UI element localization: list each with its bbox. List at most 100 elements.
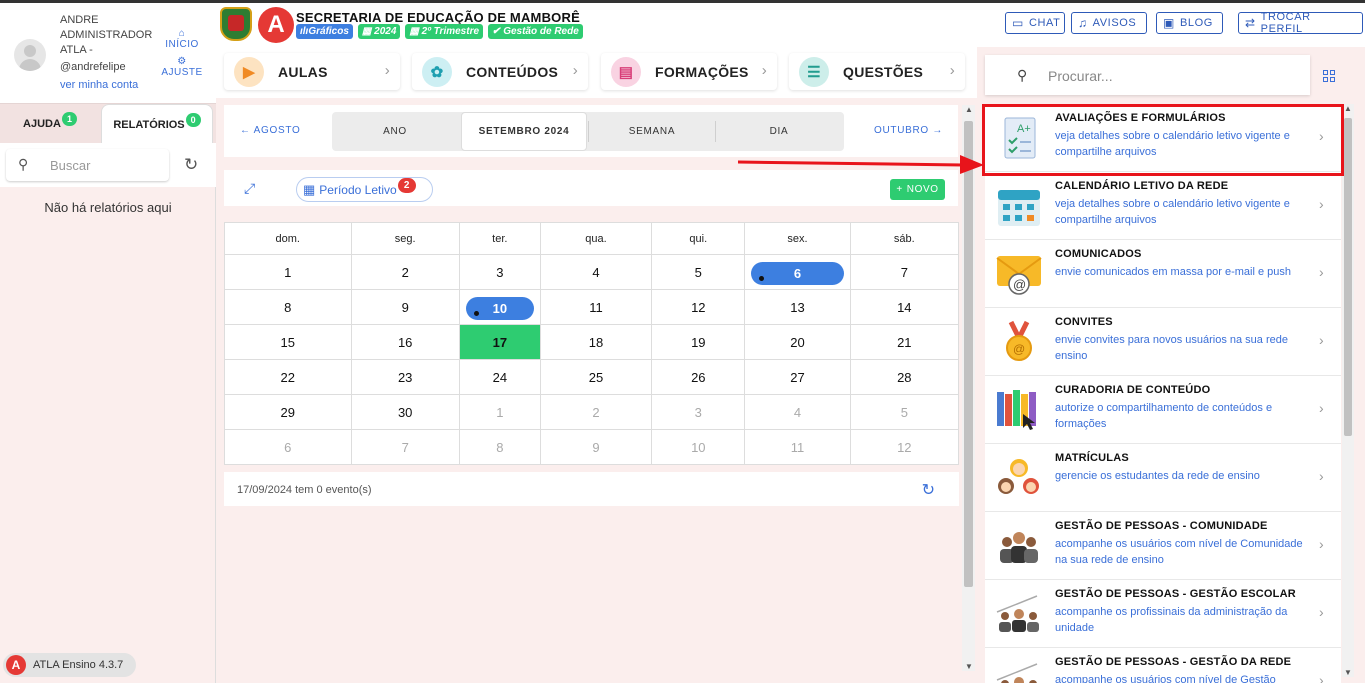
day-cell[interactable]: 28 [849,359,960,395]
day-cell[interactable]: 23 [350,359,460,395]
day-cell[interactable]: 30 [350,394,460,430]
main-scrollbar[interactable]: ▲ ▼ [962,105,975,671]
chip-term[interactable]: ▦ 2º Trimestre [405,24,484,39]
chat-button[interactable]: ▭ CHAT [1005,12,1065,34]
scroll-down-icon[interactable]: ▼ [1344,668,1352,677]
avisos-button[interactable]: ♫ AVISOS [1071,12,1147,34]
tab-relatorios[interactable]: RELATÓRIOS 0 [101,104,213,144]
expand-icon[interactable]: ⤢ [244,180,255,197]
module-matriculas[interactable]: MATRÍCULAS gerencie os estudantes da red… [985,444,1341,512]
day-cell[interactable]: 9 [350,289,460,325]
day-cell[interactable]: 11 [539,289,653,325]
chip-graficos[interactable]: ılıGráficos [296,24,353,39]
refresh-icon[interactable]: ↻ [922,480,935,500]
tab-ajuda[interactable]: AJUDA 1 [0,104,100,144]
arrow-right-icon: → [928,125,944,136]
day-cell[interactable]: 16 [350,324,460,360]
user-handle: @andrefelipe [60,61,126,73]
day-cell[interactable]: 24 [458,359,541,395]
period-filter[interactable]: ▦ Período Letivo 2 [296,177,433,202]
scroll-up-icon[interactable]: ▲ [1344,104,1352,113]
day-cell[interactable]: 19 [651,324,746,360]
category-conteudos[interactable]: ✿ CONTEÚDOS › [412,53,588,90]
switch-profile-button[interactable]: ⇄ TROCAR PERFIL [1238,11,1363,35]
module-gestao-rede[interactable]: GESTÃO DE PESSOAS - GESTÃO DA REDE acomp… [985,648,1341,683]
home-link[interactable]: ⌂ INÍCIO [160,29,204,51]
day-cell[interactable]: 14 [849,289,960,325]
category-formacoes[interactable]: ▤ FORMAÇÕES › [601,53,777,90]
scrollbar-thumb[interactable] [1344,118,1352,436]
prev-month-link[interactable]: ← AGOSTO [240,125,300,136]
module-curadoria[interactable]: CURADORIA DE CONTEÚDO autorize o compart… [985,376,1341,444]
day-cell[interactable]: 20 [744,324,851,360]
version-badge[interactable]: A ATLA Ensino 4.3.7 [3,653,136,677]
day-cell[interactable]: 25 [539,359,653,395]
modules-scrollbar[interactable]: ▲ ▼ [1342,104,1354,677]
day-cell[interactable]: 18 [539,324,653,360]
atla-logo-icon[interactable]: A [258,7,294,43]
view-day[interactable]: DIA [716,112,842,151]
day-cell[interactable]: 29 [224,394,352,430]
day-cell[interactable]: 3 [458,254,541,290]
day-cell-other-month[interactable]: 4 [744,394,851,430]
chip-role[interactable]: ✔ Gestão de Rede [488,24,583,39]
new-event-button[interactable]: + NOVO [890,179,945,200]
event-marker[interactable]: 10 [465,297,534,320]
view-year[interactable]: ANO [332,112,458,151]
day-cell-other-month[interactable]: 8 [458,429,541,465]
day-cell[interactable]: 4 [539,254,653,290]
day-cell[interactable]: 26 [651,359,746,395]
module-comunicados[interactable]: @ COMUNICADOS envie comunicados em massa… [985,240,1341,308]
day-cell-other-month[interactable]: 12 [849,429,960,465]
category-aulas[interactable]: ▶ AULAS › [224,53,400,90]
module-convites[interactable]: @ CONVITES envie convites para novos usu… [985,308,1341,376]
day-cell-today[interactable]: 17 [458,324,541,360]
tab-relatorios-label: RELATÓRIOS [113,118,185,131]
avatar[interactable] [14,39,46,71]
day-cell[interactable]: 8 [224,289,352,325]
day-cell-other-month[interactable]: 7 [350,429,460,465]
day-cell-other-month[interactable]: 9 [539,429,653,465]
day-cell[interactable]: 5 [651,254,746,290]
category-questoes[interactable]: ☰ QUESTÕES › [789,53,965,90]
day-cell[interactable]: 2 [350,254,460,290]
view-month[interactable]: SETEMBRO 2024 [461,112,587,151]
day-number: 10 [492,301,508,316]
day-cell-other-month[interactable]: 6 [224,429,352,465]
next-month-link[interactable]: OUTUBRO → [874,125,943,136]
day-cell-other-month[interactable]: 2 [539,394,653,430]
scroll-down-icon[interactable]: ▼ [965,662,973,671]
module-gestao-comunidade[interactable]: GESTÃO DE PESSOAS - COMUNIDADE acompanhe… [985,512,1341,580]
day-cell[interactable]: 22 [224,359,352,395]
day-cell-other-month[interactable]: 1 [458,394,541,430]
settings-link[interactable]: ⚙ AJUSTE [160,57,204,79]
day-cell-other-month[interactable]: 10 [651,429,746,465]
day-cell-event[interactable]: 10 [458,289,541,325]
event-marker[interactable]: 6 [751,262,844,285]
day-cell[interactable]: 21 [849,324,960,360]
day-cell[interactable]: 27 [744,359,851,395]
day-cell[interactable]: 15 [224,324,352,360]
view-week[interactable]: SEMANA [589,112,715,151]
day-cell-other-month[interactable]: 11 [744,429,851,465]
day-cell-other-month[interactable]: 3 [651,394,746,430]
blog-button[interactable]: ▣ BLOG [1156,12,1223,34]
scrollbar-thumb[interactable] [964,121,973,587]
scroll-up-icon[interactable]: ▲ [965,105,973,114]
grid-view-icon[interactable] [1323,70,1335,82]
calendar-toolbar: ⤢ ▦ Período Letivo 2 + NOVO [224,170,958,206]
day-cell[interactable]: 7 [849,254,960,290]
day-cell-other-month[interactable]: 5 [849,394,960,430]
refresh-icon[interactable]: ↻ [184,155,198,175]
report-search-input[interactable]: ⚲ Buscar [6,149,169,181]
chip-year[interactable]: ▦ 2024 [357,24,401,39]
day-cell-event[interactable]: 6 [744,254,851,290]
user-card: ANDRE ADMINISTRADOR ATLA - @andrefelipe … [0,3,216,103]
module-calendario[interactable]: CALENDÁRIO LETIVO DA REDE veja detalhes … [985,172,1341,240]
account-link[interactable]: ver minha conta [60,79,138,91]
module-search-input[interactable]: ⚲ Procurar... [985,55,1310,95]
day-cell[interactable]: 13 [744,289,851,325]
module-gestao-escolar[interactable]: GESTÃO DE PESSOAS - GESTÃO ESCOLAR acomp… [985,580,1341,648]
day-cell[interactable]: 12 [651,289,746,325]
day-cell[interactable]: 1 [224,254,352,290]
